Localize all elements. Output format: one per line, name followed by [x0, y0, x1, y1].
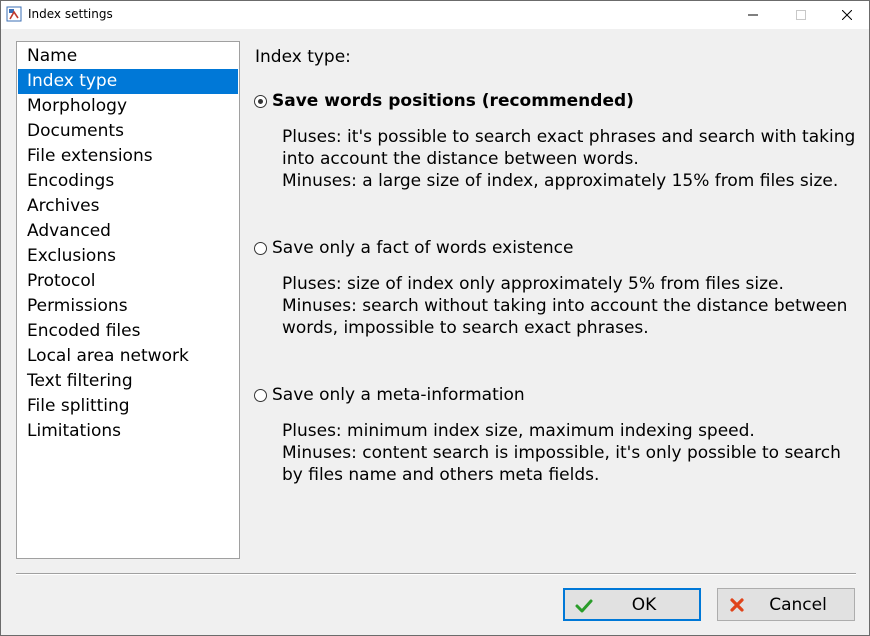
nav-item-advanced[interactable]: Advanced — [18, 219, 238, 244]
option-label[interactable]: Save words positions (recommended) — [272, 91, 634, 111]
description-line: Minuses: a large size of index, approxim… — [282, 171, 839, 191]
description-line: Pluses: size of index only approximately… — [282, 274, 784, 294]
index-type-heading: Index type: — [255, 47, 351, 67]
window-title: Index settings — [28, 7, 113, 21]
nav-item-file-extensions[interactable]: File extensions — [18, 144, 238, 169]
option-description: Pluses: size of index only approximately… — [282, 273, 862, 339]
nav-item-encodings[interactable]: Encodings — [18, 169, 238, 194]
nav-item-documents[interactable]: Documents — [18, 119, 238, 144]
nav-item-permissions[interactable]: Permissions — [18, 294, 238, 319]
title-bar: Index settings — [1, 1, 869, 29]
description-line: Pluses: minimum index size, maximum inde… — [282, 421, 755, 441]
close-button[interactable] — [824, 1, 870, 29]
option-save-meta-information[interactable]: Save only a meta-information — [254, 385, 525, 405]
ok-button[interactable]: OK — [563, 588, 701, 621]
close-icon — [842, 10, 852, 20]
option-description: Pluses: it's possible to search exact ph… — [282, 126, 862, 192]
description-line: Pluses: it's possible to search exact ph… — [282, 127, 856, 147]
radio-checked-icon[interactable] — [254, 94, 267, 108]
nav-item-limitations[interactable]: Limitations — [18, 419, 238, 444]
nav-item-file-splitting[interactable]: File splitting — [18, 394, 238, 419]
description-line: Minuses: content search is impossible, i… — [282, 443, 841, 463]
index-settings-dialog: Index settings Name Index type Morpholog… — [0, 0, 870, 636]
option-save-words-positions[interactable]: Save words positions (recommended) — [254, 91, 634, 111]
radio-unchecked-icon[interactable] — [254, 388, 267, 402]
nav-item-name[interactable]: Name — [18, 44, 238, 69]
maximize-icon — [796, 10, 806, 20]
footer-divider — [16, 573, 856, 575]
minimize-button[interactable] — [730, 1, 776, 29]
nav-item-exclusions[interactable]: Exclusions — [18, 244, 238, 269]
option-label[interactable]: Save only a fact of words existence — [272, 238, 573, 258]
settings-category-list[interactable]: Name Index type Morphology Documents Fil… — [16, 41, 240, 559]
minimize-icon — [748, 14, 758, 16]
description-line: into account the distance between words. — [282, 149, 639, 169]
radio-unchecked-icon[interactable] — [254, 241, 267, 255]
nav-item-text-filtering[interactable]: Text filtering — [18, 369, 238, 394]
maximize-button[interactable] — [778, 1, 824, 29]
nav-item-index-type[interactable]: Index type — [18, 69, 238, 94]
nav-item-encoded-files[interactable]: Encoded files — [18, 319, 238, 344]
description-line: by files name and others meta fields. — [282, 465, 600, 485]
nav-item-morphology[interactable]: Morphology — [18, 94, 238, 119]
option-save-words-existence[interactable]: Save only a fact of words existence — [254, 238, 573, 258]
nav-item-local-area-network[interactable]: Local area network — [18, 344, 238, 369]
ok-button-label: OK — [631, 594, 657, 615]
app-icon — [6, 6, 22, 22]
description-line: Minuses: search without taking into acco… — [282, 296, 848, 316]
description-line: words, impossible to search exact phrase… — [282, 318, 649, 338]
nav-item-protocol[interactable]: Protocol — [18, 269, 238, 294]
nav-item-archives[interactable]: Archives — [18, 194, 238, 219]
option-label[interactable]: Save only a meta-information — [272, 385, 525, 405]
cancel-button[interactable]: Cancel — [717, 588, 855, 621]
cancel-button-label: Cancel — [769, 594, 827, 615]
option-description: Pluses: minimum index size, maximum inde… — [282, 420, 862, 486]
